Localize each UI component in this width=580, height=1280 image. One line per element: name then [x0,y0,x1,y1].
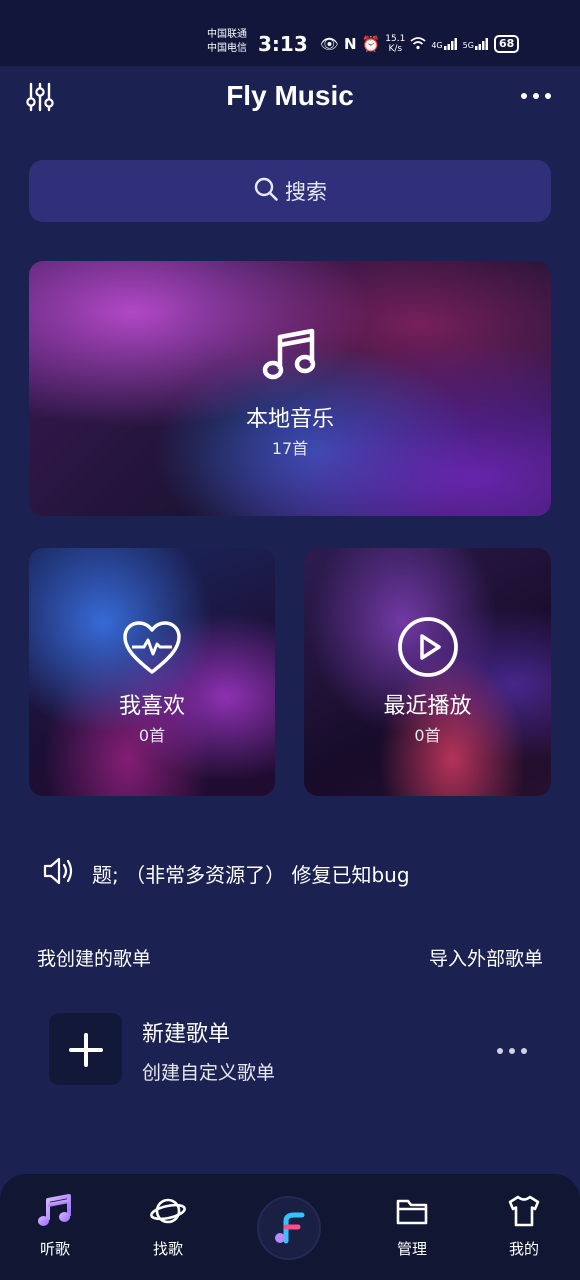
folder-icon [393,1192,431,1234]
alarm-icon: ⏰ [361,35,381,53]
wifi-icon [410,36,426,53]
fly-logo-button[interactable] [259,1198,319,1258]
carrier-2: 中国电信 [207,43,247,54]
tshirt-icon [505,1192,543,1234]
nav-label-manage: 管理 [396,1240,427,1258]
search-label: 搜索 [285,180,327,204]
speaker-icon [42,856,74,890]
net-speed: 15.1 K/s [385,34,405,54]
search-bar[interactable]: 搜索 [29,160,551,222]
nav-item-profile[interactable]: 我的 [484,1192,564,1259]
heart-pulse-icon [122,620,182,680]
app-title: Fly Music [226,80,354,111]
recent-play-title: 最近播放 [383,694,472,719]
local-music-title: 本地音乐 [245,407,334,432]
local-music-count: 17首 [271,439,309,458]
new-playlist-item[interactable]: 新建歌单 创建自定义歌单 [49,1013,545,1085]
battery-indicator: 68 [493,35,520,53]
signal-2-icon: 5G [463,38,489,50]
status-icons: 👁 N ⏰ 15.1 K/s 4G 5G 68 [320,33,520,55]
import-playlist-link[interactable]: 导入外部歌单 [429,944,543,971]
notice-marquee[interactable]: 题; （非常多资源了） 修复已知bug [42,855,410,891]
favorite-count: 0首 [138,726,166,745]
app-header: Fly Music [0,66,580,130]
status-bar: 中国联通 中国电信 3:13 👁 N ⏰ 15.1 K/s 4G 5G 68 [0,0,580,66]
fly-logo-icon [272,1211,306,1249]
nav-label-discover: 找歌 [152,1240,183,1258]
nav-item-manage[interactable]: 管理 [372,1192,452,1259]
signal-1-icon: 4G [431,38,457,50]
plus-icon [69,1033,103,1071]
favorite-title: 我喜欢 [118,694,185,719]
playlist-section-header: 我创建的歌单 导入外部歌单 [37,944,543,971]
nav-label-listen: 听歌 [39,1240,70,1258]
nav-item-discover[interactable]: 找歌 [128,1192,208,1259]
notice-text: 题; （非常多资源了） 修复已知bug [92,862,410,887]
playlist-section-title: 我创建的歌单 [37,948,152,970]
more-icon[interactable] [518,88,554,102]
bottom-nav: 听歌 找歌 管理 我的 [0,1174,580,1280]
nav-label-profile: 我的 [508,1240,539,1258]
signal-1-label: 4G [431,41,443,50]
net-speed-unit: K/s [388,44,403,54]
recent-play-card[interactable]: 最近播放 0首 [304,548,551,796]
recent-play-count: 0首 [414,726,441,745]
music-note-icon [260,325,320,389]
planet-icon [149,1192,187,1234]
add-playlist-button[interactable] [49,1013,122,1085]
nav-item-listen[interactable]: 听歌 [15,1192,95,1259]
clock: 3:13 [258,32,308,56]
carrier-1: 中国联通 [207,29,247,40]
search-icon [253,176,279,206]
music-note-icon [36,1192,74,1234]
carrier-labels: 中国联通 中国电信 [207,28,247,56]
playlist-name: 新建歌单 [142,1022,231,1047]
signal-2-label: 5G [462,41,474,50]
play-circle-icon [397,616,459,682]
nfc-icon: N [344,35,357,53]
favorite-card[interactable]: 我喜欢 0首 [29,548,275,796]
net-speed-value: 15.1 [385,34,406,44]
playlist-more-icon[interactable] [494,1043,530,1057]
eye-icon: 👁 [320,35,340,53]
local-music-card[interactable]: 本地音乐 17首 [29,261,551,516]
playlist-desc: 创建自定义歌单 [142,1062,276,1084]
